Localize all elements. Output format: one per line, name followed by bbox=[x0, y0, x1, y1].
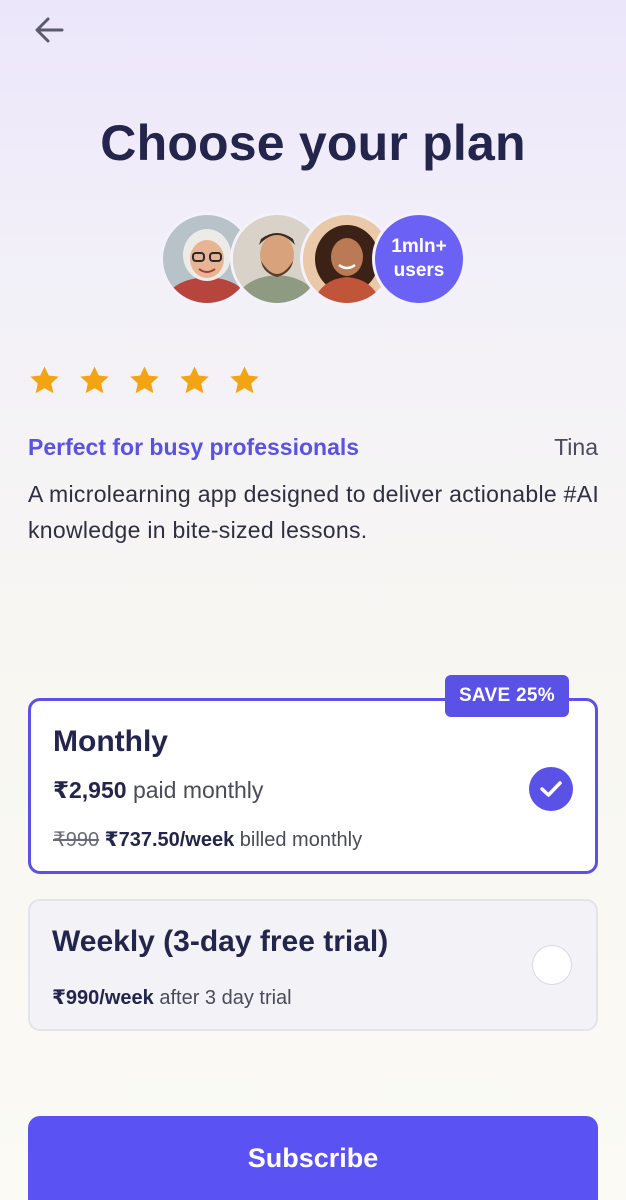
star-icon bbox=[230, 366, 259, 394]
star-icon bbox=[180, 366, 209, 394]
plan-price-amount: ₹2,950 bbox=[53, 777, 127, 803]
checkmark-icon bbox=[540, 781, 562, 797]
rating-stars bbox=[28, 364, 261, 397]
star-icon bbox=[130, 366, 159, 394]
plan-weekly-breakdown: ₹990 ₹737.50/week billed monthly bbox=[53, 827, 362, 852]
star-icon bbox=[80, 366, 109, 394]
plan-name: Monthly bbox=[53, 725, 168, 758]
avatar-group: 1mln+ users bbox=[160, 212, 470, 308]
review-text: A microlearning app designed to deliver … bbox=[28, 481, 600, 543]
billing-note: billed monthly bbox=[234, 829, 363, 851]
trial-note: after 3 day trial bbox=[153, 987, 292, 1009]
plan-radio-selected[interactable] bbox=[529, 767, 573, 811]
star-icon bbox=[30, 366, 59, 394]
users-label: users bbox=[393, 260, 445, 281]
users-count: 1mln+ bbox=[391, 236, 447, 257]
arrow-left-icon bbox=[35, 17, 64, 43]
plan-name: Weekly (3-day free trial) bbox=[52, 925, 389, 958]
back-button[interactable] bbox=[26, 10, 72, 50]
review-title: Perfect for busy professionals bbox=[28, 434, 360, 460]
plan-price: ₹2,950 paid monthly bbox=[53, 777, 263, 804]
weekly-price: ₹737.50/week bbox=[104, 829, 235, 851]
review-author: Tina bbox=[554, 434, 598, 460]
plan-price-suffix: paid monthly bbox=[126, 777, 264, 803]
subscribe-button[interactable]: Subscribe bbox=[28, 1116, 598, 1200]
save-badge: SAVE 25% bbox=[444, 675, 569, 717]
old-price: ₹990 bbox=[53, 829, 100, 851]
plan-option-weekly[interactable]: Weekly (3-day free trial) ₹990/week afte… bbox=[28, 899, 598, 1031]
users-count-badge: 1mln+ users bbox=[372, 212, 466, 306]
page-title: Choose your plan bbox=[100, 115, 526, 171]
plan-option-monthly[interactable]: SAVE 25% Monthly ₹2,950 paid monthly ₹99… bbox=[28, 675, 598, 874]
plan-weekly-breakdown: ₹990/week after 3 day trial bbox=[52, 985, 292, 1010]
plan-radio-unselected[interactable] bbox=[532, 945, 572, 985]
weekly-price: ₹990/week bbox=[52, 987, 154, 1009]
